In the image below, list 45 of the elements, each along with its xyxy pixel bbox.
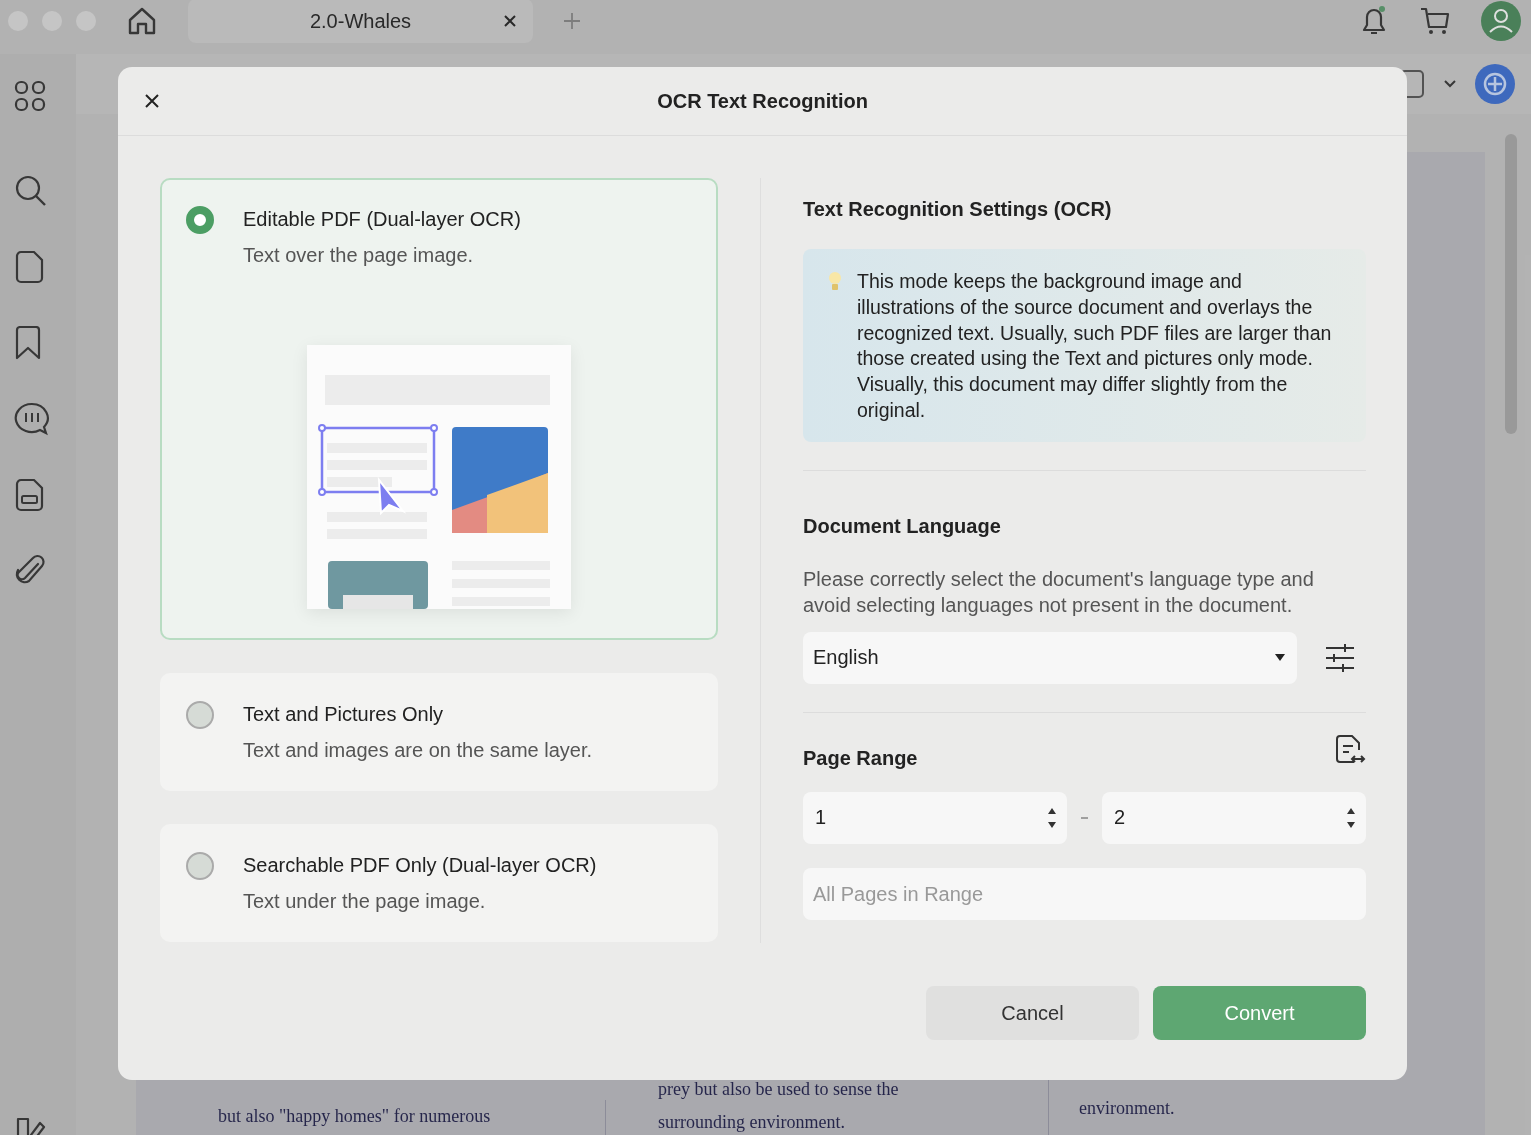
avatar-icon[interactable] [1481,1,1521,41]
dialog-title: OCR Text Recognition [657,89,868,113]
mode-title: Text and Pictures Only [243,702,445,727]
mode-description: Text and images are on the same layer. [243,739,593,762]
cart-icon[interactable] [1419,5,1451,37]
home-icon[interactable] [126,5,158,37]
document-tab[interactable]: 2.0-Whales [188,0,533,43]
mode-option[interactable]: Text and Pictures Only Text and images are on the same layer. [160,673,718,791]
comment-icon[interactable] [14,402,50,436]
mode-title: Searchable PDF Only (Dual-layer OCR) [243,853,597,878]
document-text: but also "happy homes" for numerous [218,1105,492,1128]
document-text: prey but also be used to sense the [658,1078,900,1101]
mode-title: Editable PDF (Dual-layer OCR) [243,207,521,232]
language-heading: Document Language [803,514,1002,538]
form-icon[interactable] [14,478,44,512]
close-icon[interactable] [145,94,159,108]
document-text: environment. [1079,1097,1175,1120]
mode-description: Text over the page image. [243,244,475,267]
assistant-icon[interactable] [1475,64,1515,104]
page-range-heading: Page Range [803,746,918,770]
dash-icon [1081,815,1088,820]
language-description: Please correctly select the document's language type and avoid selecting languages not present in the document. [803,566,1315,618]
note-text: This mode keeps the background image and illustrations of the source document and overlays the recognized text. Usually, such PDF files are larger than those created using the Text and pictures only mode. Visually, this document may differ slightly from the original. [857,269,1333,423]
search-icon[interactable] [14,174,48,208]
caret-icon [1275,653,1285,662]
apps-icon[interactable] [14,80,46,112]
settings-heading: Text Recognition Settings (OCR) [803,198,1113,221]
close-icon[interactable] [503,14,517,28]
mode-option[interactable]: Editable PDF (Dual-layer OCR) Text over the page image. [160,178,718,640]
chevron-icon[interactable] [1443,79,1457,89]
page-to-field[interactable]: 2 [1102,791,1366,844]
scrollbar[interactable] [1505,134,1517,434]
radio-button[interactable] [186,206,214,234]
radio-button[interactable] [186,701,214,729]
language-dropdown[interactable]: English [803,631,1297,684]
cancel-button[interactable]: Cancel [926,986,1139,1040]
page-from-field[interactable]: 1 [803,791,1067,844]
document-text: surrounding environment. [658,1111,846,1134]
radio-button[interactable] [186,852,214,880]
page-icon[interactable] [14,250,44,284]
mode-option[interactable]: Searchable PDF Only (Dual-layer OCR) Text under the page image. [160,824,718,942]
lightbulb-icon [827,271,843,293]
bookmark-icon[interactable] [14,326,42,360]
settings-icon[interactable] [1325,642,1355,673]
mode-description: Text under the page image. [243,890,487,913]
